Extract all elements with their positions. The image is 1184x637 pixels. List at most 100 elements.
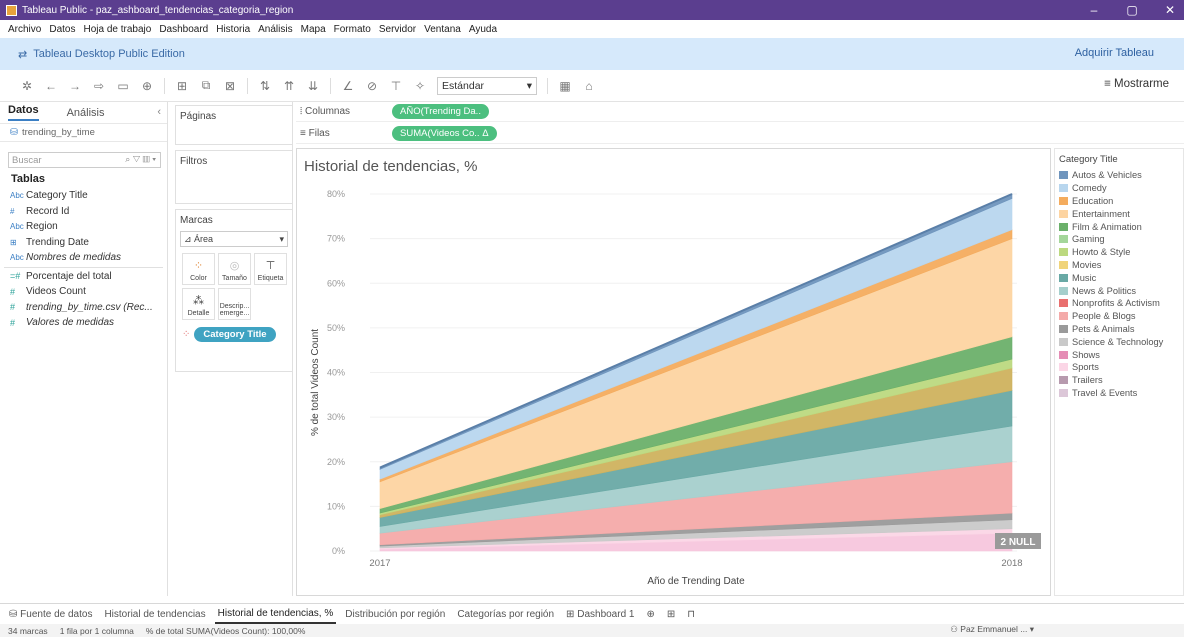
new-dashboard-icon[interactable]: ⊞: [664, 606, 678, 623]
detail-mark-button[interactable]: ⁂ Detalle: [182, 288, 215, 320]
legend-label: Gaming: [1072, 234, 1105, 245]
legend-item[interactable]: Entertainment: [1059, 207, 1179, 220]
tab-categorias-region[interactable]: Categorías por región: [454, 606, 557, 623]
tab-data-source-label: Fuente de datos: [20, 608, 93, 620]
toolbar-separator: [330, 77, 331, 94]
category-title-pill[interactable]: Category Title: [194, 326, 276, 342]
sort-ascending-icon[interactable]: ⇈: [282, 79, 296, 93]
menu-mapa[interactable]: Mapa: [301, 24, 326, 35]
menu-dashboard[interactable]: Dashboard: [159, 24, 208, 35]
tab-analysis[interactable]: Análisis: [67, 107, 105, 119]
field-item[interactable]: =# Porcentaje del total: [0, 269, 167, 285]
legend-item[interactable]: Travel & Events: [1059, 387, 1179, 400]
duplicate-sheet-icon[interactable]: ⧉: [199, 78, 213, 93]
menu-datos[interactable]: Datos: [49, 24, 75, 35]
mark-type-select[interactable]: ⊿ Área ▾: [180, 231, 288, 247]
legend-item[interactable]: Comedy: [1059, 182, 1179, 195]
new-datasource-icon[interactable]: ⊕: [140, 79, 154, 93]
legend-item[interactable]: Pets & Animals: [1059, 323, 1179, 336]
color-mark-button[interactable]: ⁘ Color: [182, 253, 215, 285]
sort-descending-icon[interactable]: ⇊: [306, 79, 320, 93]
collapse-pane-icon[interactable]: ‹: [157, 106, 161, 118]
legend-item[interactable]: Autos & Vehicles: [1059, 169, 1179, 182]
presentation-icon[interactable]: ⌂: [582, 79, 596, 93]
menu-historia[interactable]: Historia: [216, 24, 250, 35]
tab-dashboard-1[interactable]: ⊞ Dashboard 1: [563, 606, 637, 623]
redo-icon[interactable]: →: [68, 79, 82, 93]
legend-item[interactable]: Science & Technology: [1059, 335, 1179, 348]
user-menu[interactable]: ⚇ Paz Emmanuel ... ▾: [950, 624, 1034, 635]
rows-pill[interactable]: SUMA(Videos Co.. Δ: [392, 126, 497, 141]
dashboard-icon: ⊞: [566, 608, 578, 620]
save-icon[interactable]: ▭: [116, 79, 130, 93]
replay-icon[interactable]: ⇨: [92, 79, 106, 93]
labels-icon[interactable]: ⊤: [389, 79, 403, 93]
tab-distribucion-region[interactable]: Distribución por región: [342, 606, 448, 623]
tab-historial-tendencias[interactable]: Historial de tendencias: [101, 606, 208, 623]
label-mark-button[interactable]: ⊤ Etiqueta: [254, 253, 287, 285]
acquire-tableau-link[interactable]: Adquirir Tableau: [1075, 47, 1154, 59]
show-cards-icon[interactable]: ▦: [558, 79, 572, 93]
pages-card[interactable]: Páginas: [175, 105, 293, 145]
legend-item[interactable]: Film & Animation: [1059, 220, 1179, 233]
legend-item[interactable]: Movies: [1059, 259, 1179, 272]
show-me-button[interactable]: ≡ Mostrarme: [1104, 78, 1169, 90]
search-input[interactable]: Buscar ⌕ ▽ ▥ ▾: [8, 152, 161, 168]
legend-item[interactable]: News & Politics: [1059, 284, 1179, 297]
field-item[interactable]: # Videos Count: [0, 284, 167, 300]
field-item[interactable]: Abc Category Title: [0, 188, 167, 204]
menu-ayuda[interactable]: Ayuda: [469, 24, 497, 35]
new-sheet-icon[interactable]: ⊞: [175, 79, 189, 93]
area-chart[interactable]: 0% 10% 20% 30% 40% 50% 60% 70% 80% 2017 2018 Año de…: [297, 149, 1052, 597]
legend-item[interactable]: Sports: [1059, 361, 1179, 374]
dimension-type-icon: Abc: [10, 191, 24, 201]
legend-label: News & Politics: [1072, 285, 1137, 296]
close-button[interactable]: ✕: [1162, 3, 1178, 17]
maximize-button[interactable]: ▢: [1124, 3, 1140, 17]
group-icon[interactable]: ⊘: [365, 79, 379, 93]
legend-item[interactable]: Education: [1059, 195, 1179, 208]
color-dots-icon: ⁘: [193, 260, 204, 272]
size-mark-button[interactable]: ◎ Tamaño: [218, 253, 251, 285]
swap-rows-columns-icon[interactable]: ⇅: [258, 79, 272, 93]
tab-historial-tendencias-pct[interactable]: Historial de tendencias, %: [214, 604, 337, 624]
data-source[interactable]: ⛁ trending_by_time: [0, 124, 167, 142]
tableau-logo-icon[interactable]: ✲: [20, 79, 34, 93]
legend-item[interactable]: Howto & Style: [1059, 246, 1179, 259]
new-worksheet-icon[interactable]: ⊕: [643, 606, 657, 623]
legend-swatch: [1059, 312, 1068, 321]
filters-card[interactable]: Filtros: [175, 150, 293, 204]
field-item[interactable]: ⊞ Trending Date: [0, 235, 167, 251]
menu-analisis[interactable]: Análisis: [258, 24, 292, 35]
minimize-button[interactable]: –: [1086, 3, 1102, 17]
tooltip-mark-button[interactable]: Descrip... emerge...: [218, 288, 251, 320]
field-item[interactable]: Abc Region: [0, 219, 167, 235]
legend-item[interactable]: People & Blogs: [1059, 310, 1179, 323]
menu-servidor[interactable]: Servidor: [379, 24, 416, 35]
clear-sheet-icon[interactable]: ⊠: [223, 79, 237, 93]
search-filter-icons[interactable]: ⌕ ▽ ▥ ▾: [125, 154, 156, 165]
field-item[interactable]: Abc Nombres de medidas: [0, 250, 167, 266]
pin-icon[interactable]: ✧: [413, 79, 427, 93]
field-item[interactable]: # trending_by_time.csv (Rec...: [0, 300, 167, 316]
menu-ventana[interactable]: Ventana: [424, 24, 461, 35]
legend-item[interactable]: Music: [1059, 271, 1179, 284]
legend-item[interactable]: Gaming: [1059, 233, 1179, 246]
menu-hoja-de-trabajo[interactable]: Hoja de trabajo: [83, 24, 151, 35]
legend-item[interactable]: Shows: [1059, 348, 1179, 361]
columns-pill[interactable]: AÑO(Trending Da..: [392, 104, 489, 119]
tab-data-source[interactable]: ⛁ Fuente de datos: [6, 606, 95, 623]
new-story-icon[interactable]: ⊓: [684, 606, 698, 623]
toolbar-separator: [164, 77, 165, 94]
menu-formato[interactable]: Formato: [334, 24, 371, 35]
legend-item[interactable]: Trailers: [1059, 374, 1179, 387]
undo-icon[interactable]: ←: [44, 79, 58, 93]
menu-archivo[interactable]: Archivo: [8, 24, 41, 35]
tab-data[interactable]: Datos: [8, 104, 39, 121]
field-item[interactable]: # Record Id: [0, 204, 167, 220]
field-item[interactable]: # Valores de medidas: [0, 315, 167, 331]
highlight-icon[interactable]: ∠: [341, 79, 355, 93]
fit-select[interactable]: Estándar ▾: [437, 76, 537, 95]
legend-item[interactable]: Nonprofits & Activism: [1059, 297, 1179, 310]
viz-canvas[interactable]: Historial de tendencias, % 0% 10% 20% 30% 40…: [296, 148, 1051, 596]
